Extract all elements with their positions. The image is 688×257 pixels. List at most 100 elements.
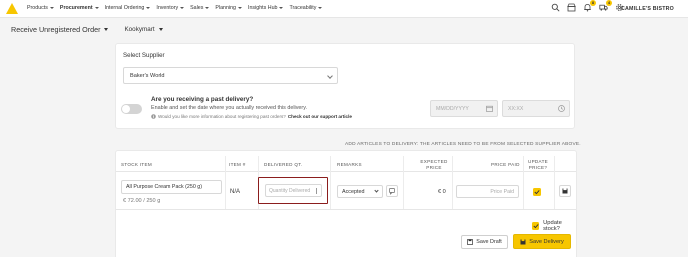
save-row-button[interactable]: [559, 185, 571, 197]
articles-card: STOCK ITEM ITEM # DELIVERED QT. REMARKS …: [115, 150, 577, 257]
header-price-paid: PRICE PAID: [491, 162, 520, 167]
notification-badge: 8: [590, 0, 596, 6]
check-icon: [533, 224, 539, 229]
header-divider: [116, 171, 576, 172]
support-article-link[interactable]: Check out our support article: [288, 114, 352, 119]
past-delivery-info: Would you like more information about re…: [151, 114, 352, 119]
remarks-value: Accepted: [342, 189, 365, 195]
chevron-down-icon: [279, 7, 284, 9]
chevron-down-icon: [205, 7, 210, 9]
chevron-down-icon: [238, 7, 243, 9]
column-divider: [452, 156, 453, 209]
add-note-button[interactable]: [386, 185, 398, 197]
delivery-badge: 4: [606, 0, 612, 6]
date-placeholder: MM/DD/YYYY: [436, 106, 469, 112]
nav-traceability[interactable]: Traceability: [289, 5, 323, 11]
update-stock-label: Update stock?: [543, 220, 562, 232]
nav-label: Procurement: [59, 5, 93, 11]
row-divider: [116, 209, 576, 210]
clock-icon: [558, 105, 565, 112]
chevron-down-icon: [94, 7, 99, 9]
column-divider: [330, 156, 331, 209]
save-delivery-button[interactable]: Save Delivery: [513, 234, 571, 249]
column-divider: [403, 156, 404, 209]
top-icons: 8 4: [551, 0, 631, 12]
past-delivery-time-input[interactable]: XX:XX: [502, 100, 570, 117]
header-update-price: UPDATE PRICE?: [526, 159, 550, 171]
chevron-down-icon[interactable]: [158, 28, 163, 31]
column-divider: [523, 156, 524, 209]
chevron-down-icon: [327, 73, 333, 79]
chevron-down-icon: [318, 7, 323, 9]
item-number: N/A: [230, 189, 241, 195]
top-navigation: Products Procurement Internal Ordering I…: [0, 0, 688, 18]
nav-inventory[interactable]: Inventory: [156, 5, 185, 11]
chevron-down-icon: [180, 7, 185, 9]
supplier-value: Baker's World: [130, 73, 165, 79]
delivered-qty-input[interactable]: Quantity Delivered: [265, 184, 322, 197]
floppy-disk-icon: [520, 239, 526, 244]
header-delivered-qt: DELIVERED QT.: [264, 162, 303, 167]
info-text: Would you like more information about re…: [158, 114, 286, 119]
app-logo-icon[interactable]: [6, 3, 18, 14]
nav-sales[interactable]: Sales: [190, 5, 210, 11]
nav-label: Traceability: [289, 5, 317, 11]
nav-label: Insights Hub: [248, 5, 278, 11]
nav-procurement[interactable]: Procurement: [60, 5, 99, 11]
nav-planning[interactable]: Planning: [215, 5, 243, 11]
chevron-down-icon: [49, 7, 54, 9]
toggle-knob: [122, 105, 130, 113]
nav-insights-hub[interactable]: Insights Hub: [248, 5, 284, 11]
chevron-down-icon[interactable]: [104, 28, 109, 31]
time-placeholder: XX:XX: [508, 106, 524, 112]
chevron-down-icon: [374, 188, 379, 193]
save-draft-label: Save Draft: [476, 239, 502, 245]
supplier-label: Select Supplier: [123, 52, 165, 59]
search-icon[interactable]: [551, 3, 560, 12]
account-name[interactable]: CAMILLE'S BISTRO: [621, 6, 674, 12]
chevron-down-icon: [146, 7, 151, 9]
nav-label: Inventory: [156, 5, 179, 11]
update-stock-control[interactable]: Update stock?: [532, 220, 576, 232]
nav-label: Planning: [215, 5, 237, 11]
remarks-select[interactable]: Accepted: [337, 185, 383, 198]
update-price-checkbox[interactable]: [533, 188, 541, 196]
nav-label: Products: [27, 5, 48, 11]
stepper-icon[interactable]: [316, 188, 319, 194]
column-divider: [554, 156, 555, 209]
bell-icon[interactable]: 8: [583, 0, 596, 12]
store-selector[interactable]: Kookymart: [124, 26, 154, 33]
page-header: Receive Unregistered Order Kookymart: [11, 25, 163, 34]
header-remarks: REMARKS: [337, 162, 362, 167]
nav-label: Internal Ordering: [104, 5, 145, 11]
stock-item-input[interactable]: All Purpose Cream Pack (250 g): [121, 180, 222, 194]
nav-products[interactable]: Products: [27, 5, 54, 11]
info-icon: [151, 114, 156, 119]
supplier-select[interactable]: Baker's World: [123, 67, 338, 84]
header-item-number: ITEM #: [229, 162, 246, 167]
save-delivery-label: Save Delivery: [529, 238, 564, 245]
calendar-icon: [486, 105, 493, 112]
floppy-disk-icon: [562, 188, 568, 194]
nav-label: Sales: [190, 5, 204, 11]
nav-internal-ordering[interactable]: Internal Ordering: [105, 5, 151, 11]
store-icon[interactable]: [567, 3, 576, 12]
save-draft-button[interactable]: Save Draft: [461, 235, 508, 249]
main-menu: Products Procurement Internal Ordering I…: [27, 5, 328, 11]
floppy-disk-icon: [467, 239, 474, 245]
header-expected-price: EXPECTED PRICE: [418, 159, 450, 171]
past-delivery-question: Are you receiving a past delivery?: [151, 96, 254, 103]
past-delivery-date-input[interactable]: MM/DD/YYYY: [430, 100, 498, 117]
update-stock-checkbox[interactable]: [532, 222, 540, 230]
qty-placeholder: Quantity Delivered: [269, 188, 311, 194]
page-title: Receive Unregistered Order: [11, 25, 101, 34]
column-divider: [225, 156, 226, 209]
past-delivery-toggle[interactable]: [121, 104, 142, 114]
supplier-card: Select Supplier Baker's World Are you re…: [115, 43, 575, 129]
header-stock-item: STOCK ITEM: [121, 162, 152, 167]
expected-price: € 0: [438, 189, 446, 195]
articles-note: ADD ARTICLES TO DELIVERY: THE ARTICLES N…: [345, 142, 581, 147]
price-paid-input[interactable]: Price Paid: [456, 185, 519, 198]
truck-icon[interactable]: 4: [599, 0, 612, 12]
stock-item-unit-price: € 72.00 / 250 g: [123, 198, 161, 204]
